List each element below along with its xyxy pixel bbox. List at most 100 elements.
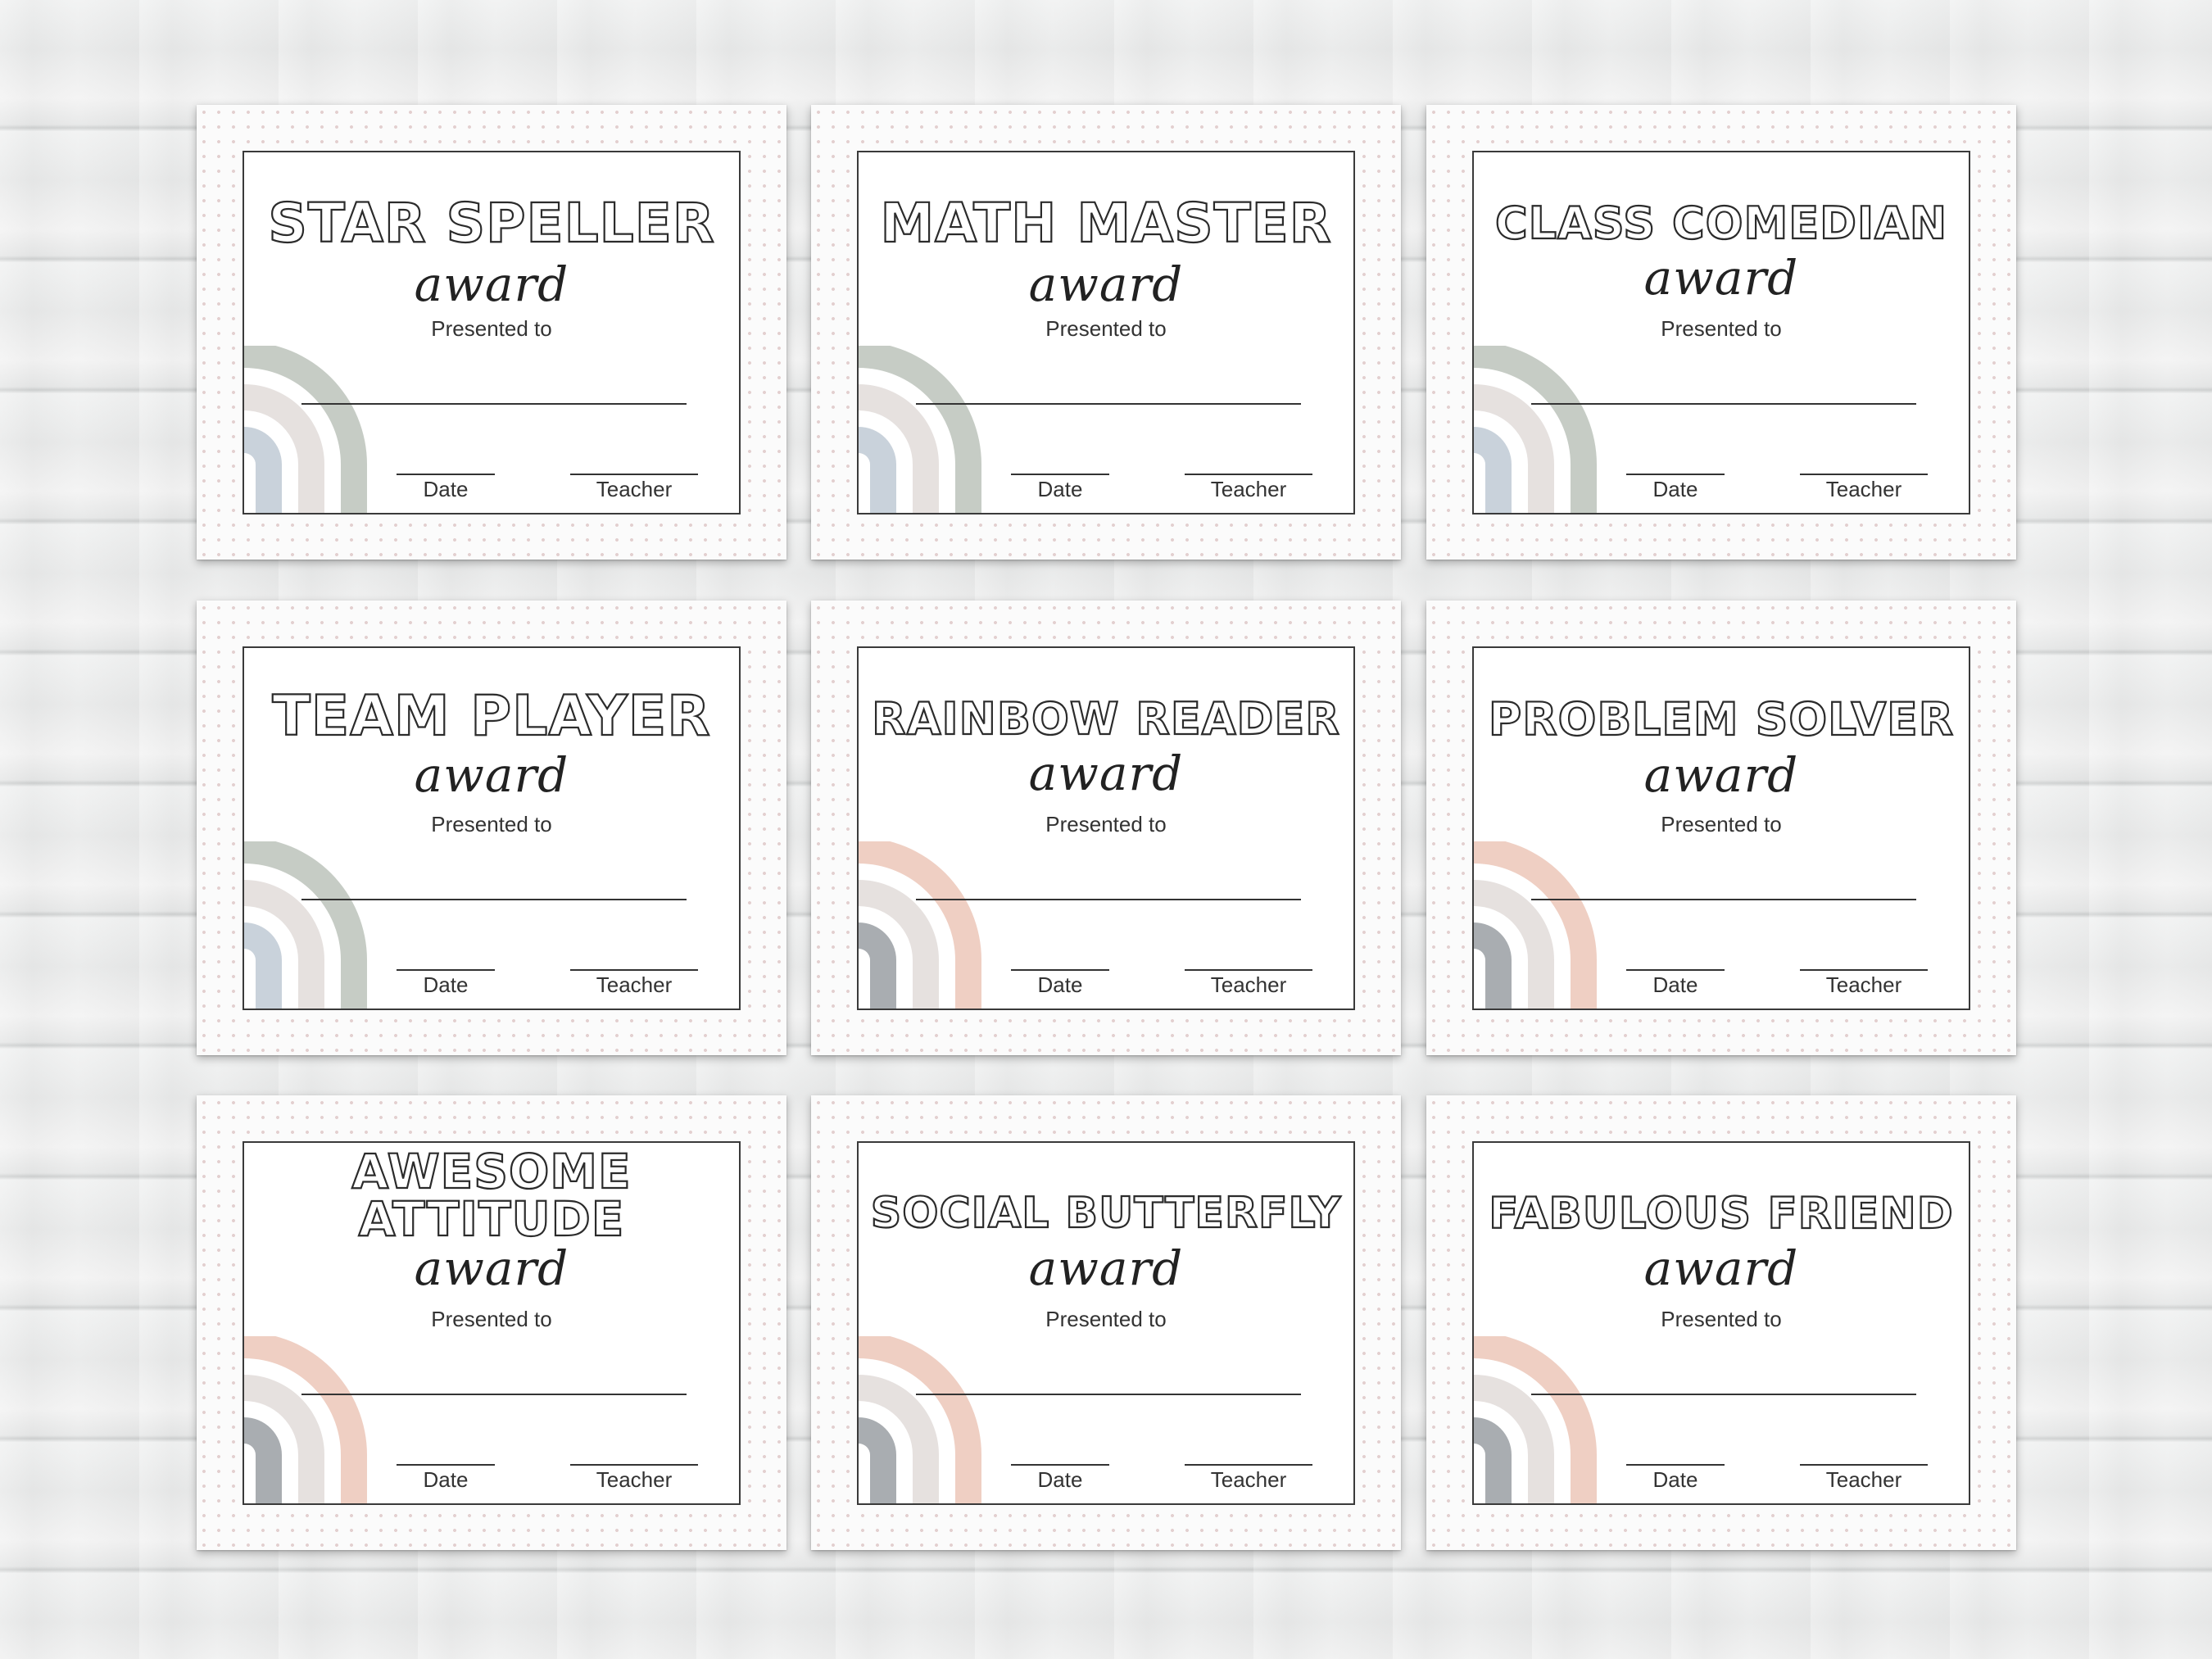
award-title: TEAM PLAYER: [271, 684, 711, 749]
certificate-problem-solver: PROBLEM SOLVER award Presented to Date T…: [1426, 601, 2016, 1055]
award-word: award: [414, 1240, 569, 1296]
recipient-name-line: [301, 1394, 687, 1395]
certificate-inner-frame: AWESOME ATTITUDE award Presented to Date…: [243, 1141, 741, 1505]
rainbow-icon: [244, 1336, 367, 1503]
presented-to-label: Presented to: [1661, 812, 1782, 836]
presented-to-label: Presented to: [1661, 1307, 1782, 1331]
date-signature-line: [397, 969, 495, 971]
recipient-name-line: [1531, 403, 1916, 405]
award-title: RAINBOW READER: [871, 693, 1340, 745]
date-signature-line: [1011, 969, 1109, 971]
teacher-label: Teacher: [1210, 972, 1287, 997]
award-title: PROBLEM SOLVER: [1488, 693, 1955, 746]
teacher-signature-line: [1800, 1464, 1928, 1466]
certificate-team-player: TEAM PLAYER award Presented to Date Teac…: [197, 601, 786, 1055]
rainbow-icon: [859, 1336, 981, 1503]
award-title: MATH MASTER: [879, 192, 1332, 255]
certificate-math-master: MATH MASTER award Presented to Date Teac…: [811, 105, 1401, 560]
award-word: award: [1028, 1240, 1184, 1296]
presented-to-label: Presented to: [431, 316, 552, 341]
rainbow-icon: [859, 841, 981, 1009]
date-label: Date: [1652, 1467, 1698, 1492]
recipient-name-line: [301, 899, 687, 900]
teacher-label: Teacher: [1210, 1467, 1287, 1492]
award-word: award: [1643, 250, 1799, 306]
award-title-line-2: ATTITUDE: [357, 1191, 625, 1247]
date-label: Date: [1037, 1467, 1083, 1492]
certificate-rainbow-reader: RAINBOW READER award Presented to Date T…: [811, 601, 1401, 1055]
award-title: FABULOUS FRIEND: [1488, 1189, 1954, 1239]
presented-to-label: Presented to: [431, 1307, 552, 1331]
date-signature-line: [397, 1464, 495, 1466]
teacher-signature-line: [570, 474, 698, 475]
date-label: Date: [1652, 477, 1698, 501]
rainbow-icon: [244, 346, 367, 513]
date-label: Date: [1652, 972, 1698, 997]
recipient-name-line: [916, 899, 1301, 900]
recipient-name-line: [916, 1394, 1301, 1395]
rainbow-icon: [1474, 1336, 1597, 1503]
teacher-label: Teacher: [1825, 477, 1902, 501]
rainbow-icon: [244, 841, 367, 1009]
certificate-star-speller: STAR SPELLER award Presented to Date Tea…: [197, 105, 786, 560]
date-signature-line: [1011, 1464, 1109, 1466]
date-label: Date: [1037, 972, 1083, 997]
certificate-inner-frame: TEAM PLAYER award Presented to Date Teac…: [243, 646, 741, 1010]
award-word: award: [414, 747, 569, 803]
teacher-signature-line: [570, 1464, 698, 1466]
certificate-class-comedian: CLASS COMEDIAN award Presented to Date T…: [1426, 105, 2016, 560]
presented-to-label: Presented to: [1045, 1307, 1167, 1331]
date-label: Date: [423, 477, 469, 501]
date-signature-line: [1626, 1464, 1725, 1466]
teacher-label: Teacher: [596, 1467, 673, 1492]
certificate-inner-frame: PROBLEM SOLVER award Presented to Date T…: [1472, 646, 1970, 1010]
award-title-line-1: AWESOME: [351, 1144, 632, 1199]
certificate-inner-frame: STAR SPELLER award Presented to Date Tea…: [243, 151, 741, 514]
teacher-label: Teacher: [1825, 972, 1902, 997]
presented-to-label: Presented to: [431, 812, 552, 836]
presented-to-label: Presented to: [1045, 316, 1167, 341]
certificate-inner-frame: FABULOUS FRIEND award Presented to Date …: [1472, 1141, 1970, 1505]
date-signature-line: [1626, 969, 1725, 971]
recipient-name-line: [301, 403, 687, 405]
award-word: award: [414, 256, 569, 312]
rainbow-icon: [859, 346, 981, 513]
certificate-fabulous-friend: FABULOUS FRIEND award Presented to Date …: [1426, 1095, 2016, 1550]
date-label: Date: [1037, 477, 1083, 501]
award-word: award: [1028, 256, 1184, 312]
award-word: award: [1643, 1240, 1799, 1296]
certificate-awesome-attitude: AWESOME ATTITUDE award Presented to Date…: [197, 1095, 786, 1550]
award-word: award: [1028, 746, 1184, 801]
date-signature-line: [1011, 474, 1109, 475]
teacher-signature-line: [1185, 474, 1312, 475]
award-title: CLASS COMEDIAN: [1494, 197, 1948, 249]
rainbow-icon: [1474, 841, 1597, 1009]
recipient-name-line: [1531, 899, 1916, 900]
certificate-social-butterfly: SOCIAL BUTTERFLY award Presented to Date…: [811, 1095, 1401, 1550]
certificate-inner-frame: MATH MASTER award Presented to Date Teac…: [857, 151, 1355, 514]
teacher-signature-line: [1185, 969, 1312, 971]
date-label: Date: [423, 972, 469, 997]
teacher-label: Teacher: [1210, 477, 1287, 501]
rainbow-icon: [1474, 346, 1597, 513]
certificate-inner-frame: CLASS COMEDIAN award Presented to Date T…: [1472, 151, 1970, 514]
date-signature-line: [397, 474, 495, 475]
teacher-signature-line: [1800, 969, 1928, 971]
date-signature-line: [1626, 474, 1725, 475]
recipient-name-line: [916, 403, 1301, 405]
certificate-inner-frame: SOCIAL BUTTERFLY award Presented to Date…: [857, 1141, 1355, 1505]
teacher-label: Teacher: [1825, 1467, 1902, 1492]
teacher-signature-line: [1800, 474, 1928, 475]
presented-to-label: Presented to: [1661, 316, 1782, 341]
recipient-name-line: [1531, 1394, 1916, 1395]
teacher-signature-line: [570, 969, 698, 971]
teacher-signature-line: [1185, 1464, 1312, 1466]
teacher-label: Teacher: [596, 477, 673, 501]
award-title: SOCIAL BUTTERFLY: [870, 1189, 1342, 1238]
date-label: Date: [423, 1467, 469, 1492]
award-word: award: [1643, 747, 1799, 803]
presented-to-label: Presented to: [1045, 812, 1167, 836]
award-title: STAR SPELLER: [267, 192, 715, 255]
certificate-inner-frame: RAINBOW READER award Presented to Date T…: [857, 646, 1355, 1010]
teacher-label: Teacher: [596, 972, 673, 997]
